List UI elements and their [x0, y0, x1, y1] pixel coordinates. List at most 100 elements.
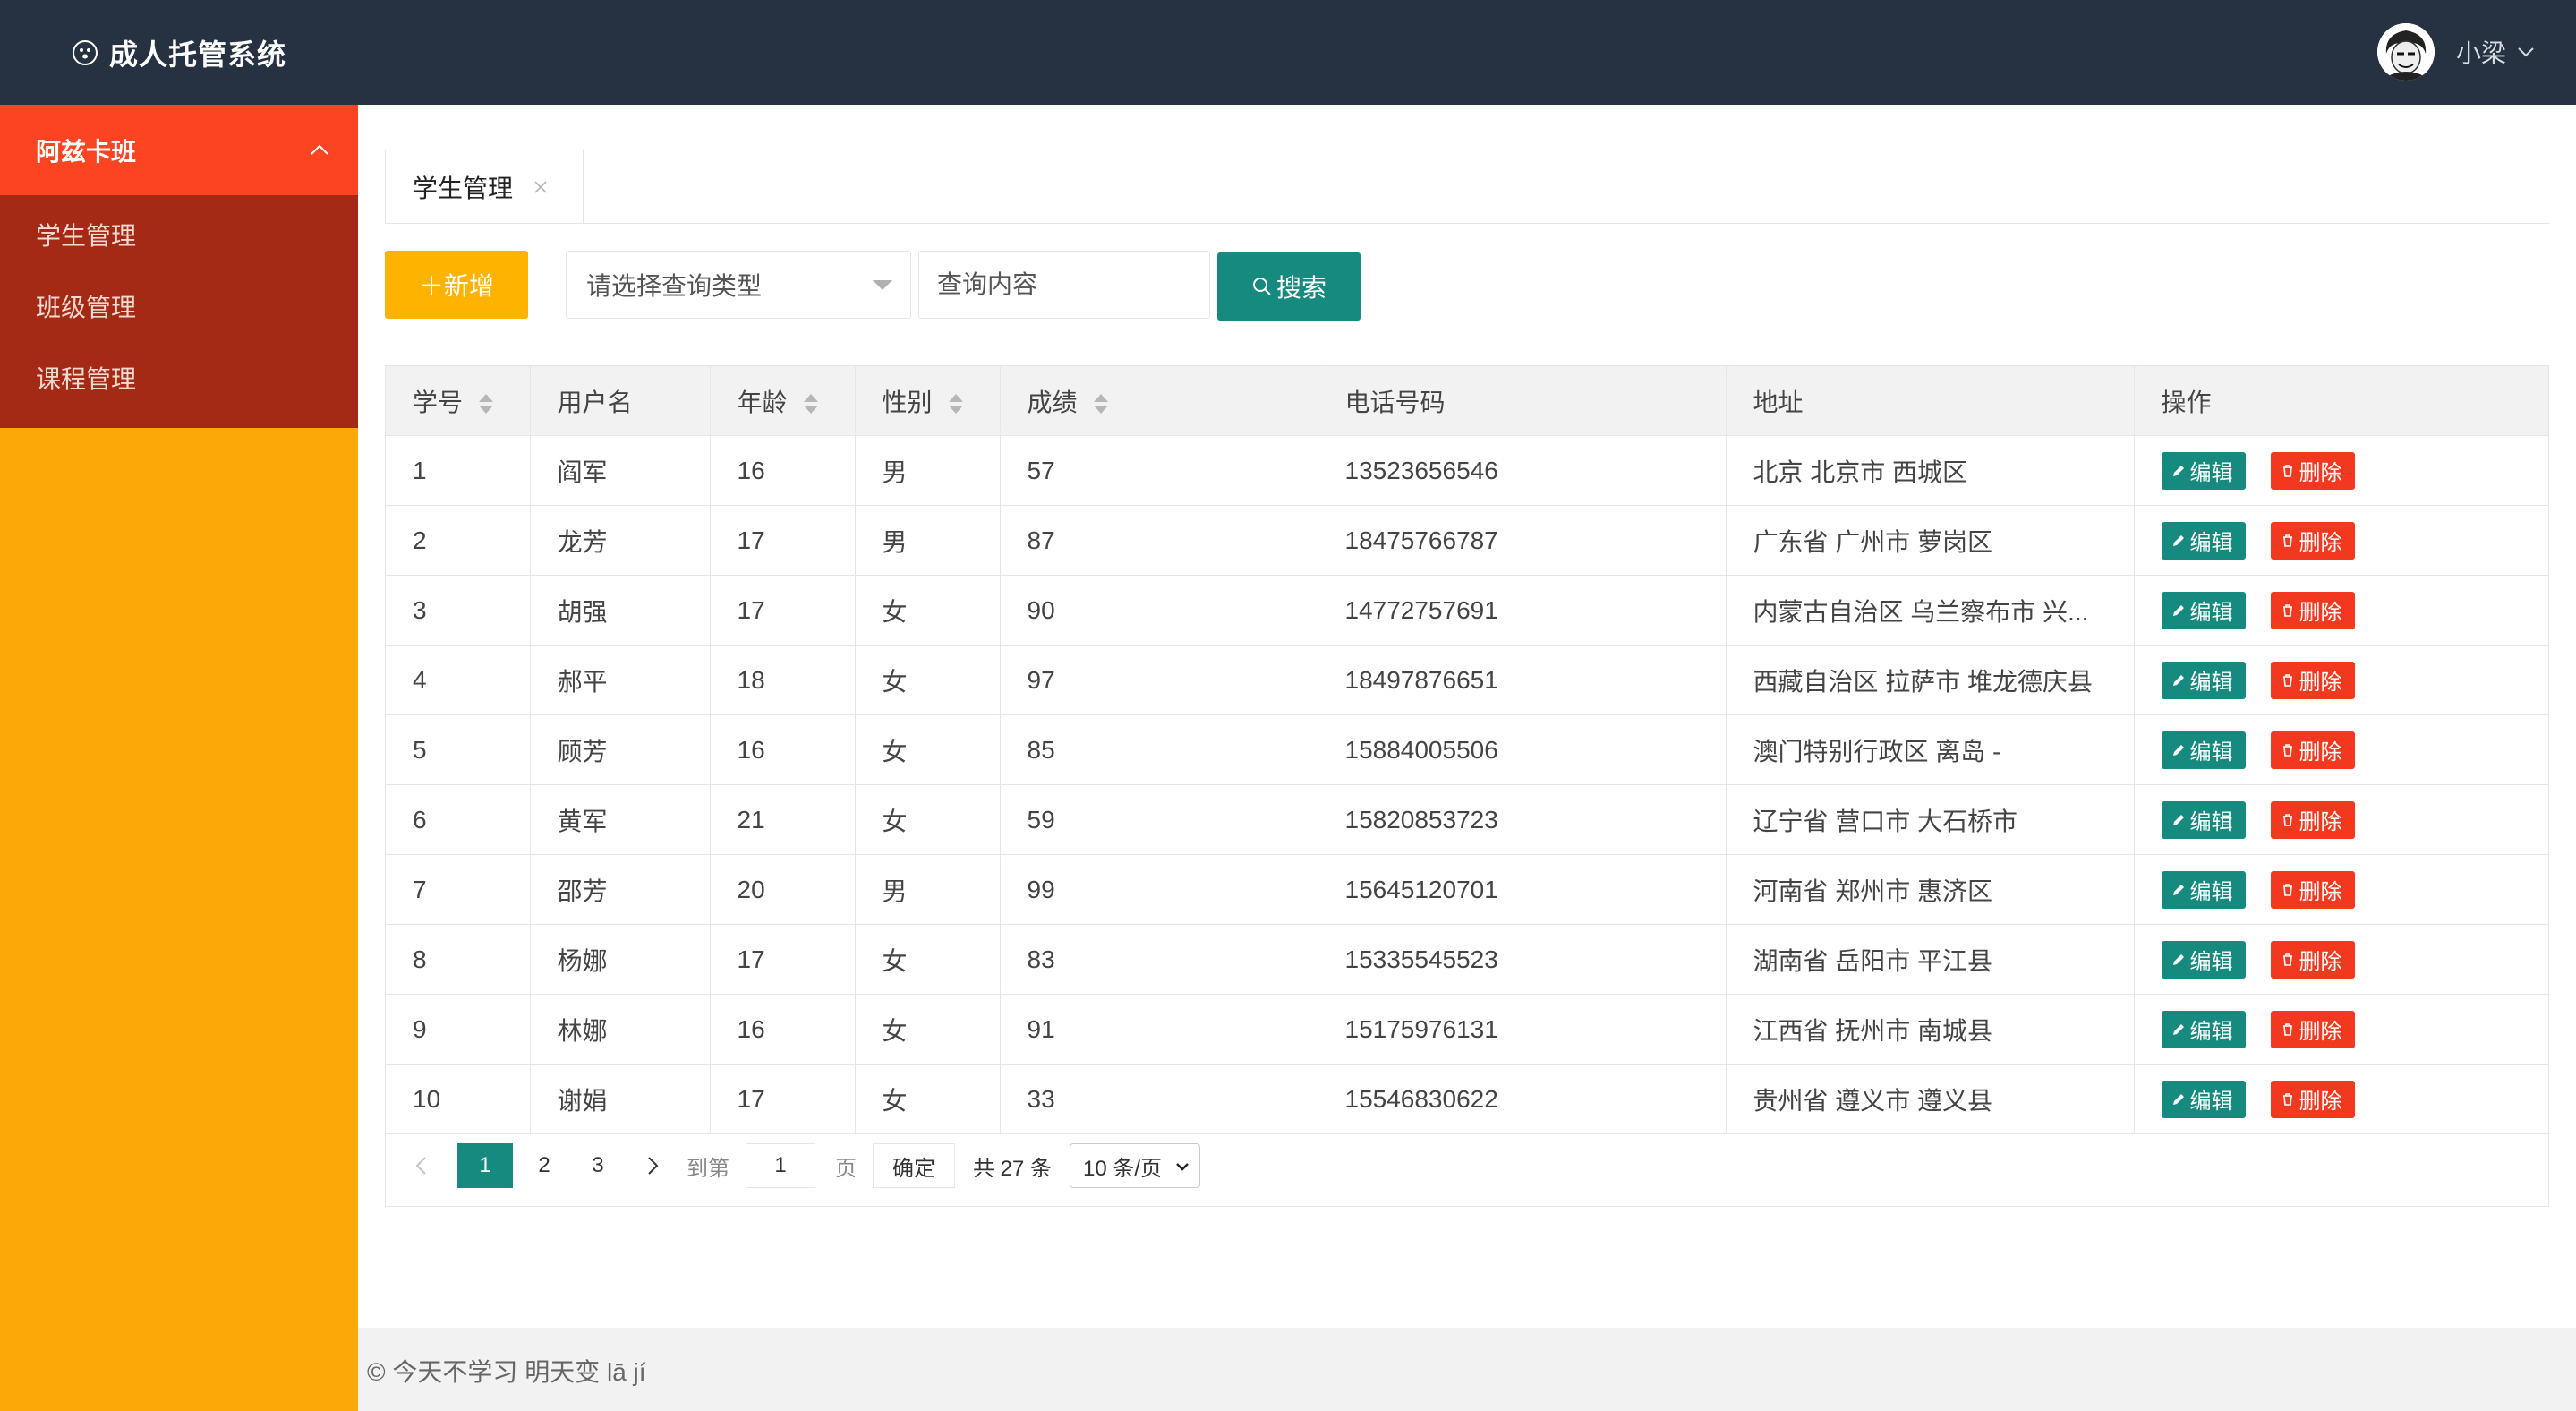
- sidebar-item-courses[interactable]: 课程管理: [0, 344, 358, 415]
- avatar[interactable]: [2376, 23, 2435, 81]
- total-count: 共 27 条: [973, 1156, 1053, 1181]
- col-header-phone: 电话号码: [1318, 366, 1727, 436]
- cell-phone: 15546830622: [1318, 1064, 1727, 1134]
- pencil-icon: [2172, 1023, 2184, 1035]
- edit-button[interactable]: 编辑: [2161, 1080, 2246, 1118]
- app-title: 成人托管系统: [109, 38, 287, 71]
- edit-button[interactable]: 编辑: [2161, 870, 2246, 909]
- col-header-gender[interactable]: 性别: [855, 366, 1001, 436]
- close-icon[interactable]: [533, 179, 549, 195]
- col-header-score[interactable]: 成绩: [1000, 366, 1318, 436]
- cell-address: 北京 北京市 西城区: [1726, 435, 2135, 506]
- page-size-select[interactable]: 10 条/页: [1070, 1143, 1201, 1188]
- sort-icon[interactable]: [948, 392, 963, 415]
- col-header-id[interactable]: 学号: [386, 366, 531, 436]
- student-table: 学号 用户名 年龄 性别 成绩 电话号码 地址 操作 1 阎军 16 男 57 13523…: [385, 365, 2549, 1207]
- app-logo[interactable]: 成人托管系统: [72, 30, 286, 75]
- cell-id: 6: [386, 784, 531, 855]
- edit-button[interactable]: 编辑: [2161, 591, 2246, 629]
- edit-button[interactable]: 编辑: [2161, 451, 2246, 490]
- cell-name: 邵芳: [530, 854, 711, 925]
- col-header-address: 地址: [1726, 366, 2135, 436]
- cell-id: 9: [386, 994, 531, 1065]
- cell-name: 郝平: [530, 645, 711, 715]
- page-1[interactable]: 1: [457, 1143, 513, 1188]
- cell-address: 西藏自治区 拉萨市 堆龙德庆县: [1726, 645, 2135, 715]
- trash-icon: [2282, 1022, 2292, 1036]
- delete-button-label: 删除: [2299, 880, 2342, 904]
- query-type-placeholder: 请选择查询类型: [586, 272, 763, 300]
- cell-actions: 编辑 删除: [2134, 575, 2548, 646]
- edit-button[interactable]: 编辑: [2161, 1010, 2246, 1048]
- cell-phone: 15175976131: [1318, 994, 1727, 1065]
- goto-page-input[interactable]: [746, 1143, 815, 1188]
- edit-button[interactable]: 编辑: [2161, 731, 2246, 769]
- user-menu[interactable]: 小梁: [2376, 23, 2537, 81]
- delete-button[interactable]: 删除: [2270, 661, 2355, 699]
- query-type-select[interactable]: 请选择查询类型: [566, 251, 911, 319]
- cell-actions: 编辑 删除: [2134, 924, 2548, 995]
- col-header-age[interactable]: 年龄: [710, 366, 856, 436]
- edit-button-label: 编辑: [2189, 461, 2233, 485]
- edit-button[interactable]: 编辑: [2161, 940, 2246, 979]
- search-button[interactable]: 搜索: [1217, 252, 1361, 321]
- page-2[interactable]: 2: [522, 1143, 567, 1188]
- chevron-up-icon: [311, 144, 328, 155]
- cell-gender: 女: [855, 575, 1001, 646]
- sort-icon[interactable]: [1093, 392, 1108, 415]
- pencil-icon: [2172, 534, 2184, 546]
- chevron-left-icon[interactable]: [409, 1153, 434, 1178]
- cell-name: 阎军: [530, 435, 711, 506]
- cell-address: 内蒙古自治区 乌兰察布市 兴...: [1726, 575, 2135, 646]
- sidebar-item-students[interactable]: 学生管理: [0, 201, 358, 272]
- top-header: 成人托管系统 小梁: [0, 0, 2576, 105]
- sort-icon[interactable]: [479, 392, 494, 415]
- cell-id: 3: [386, 575, 531, 646]
- cell-phone: 18475766787: [1318, 505, 1727, 576]
- sidebar-item-classes[interactable]: 班级管理: [0, 272, 358, 344]
- trash-icon: [2282, 464, 2292, 477]
- add-button[interactable]: ＋新增: [385, 251, 528, 319]
- trash-icon: [2282, 534, 2292, 547]
- page-3[interactable]: 3: [576, 1143, 620, 1188]
- delete-button[interactable]: 删除: [2270, 451, 2355, 490]
- edit-button[interactable]: 编辑: [2161, 661, 2246, 699]
- pencil-icon: [2172, 604, 2184, 616]
- pencil-icon: [2172, 744, 2184, 756]
- delete-button[interactable]: 删除: [2270, 731, 2355, 769]
- sort-icon[interactable]: [803, 392, 818, 415]
- cell-age: 18: [710, 645, 856, 715]
- delete-button[interactable]: 删除: [2270, 1080, 2355, 1118]
- pencil-icon: [2172, 884, 2184, 895]
- page-unit-label: 页: [835, 1156, 857, 1181]
- delete-button-label: 删除: [2299, 1090, 2342, 1114]
- goto-confirm-button[interactable]: 确定: [873, 1143, 955, 1188]
- delete-button-label: 删除: [2299, 461, 2342, 485]
- edit-button-label: 编辑: [2189, 810, 2233, 834]
- delete-button[interactable]: 删除: [2270, 870, 2355, 909]
- sidebar-group-header[interactable]: 阿兹卡班: [0, 105, 358, 195]
- edit-button[interactable]: 编辑: [2161, 800, 2246, 839]
- edit-button-label: 编辑: [2189, 1020, 2233, 1044]
- chevron-down-icon[interactable]: [2515, 41, 2537, 63]
- delete-button[interactable]: 删除: [2270, 1010, 2355, 1048]
- delete-button[interactable]: 删除: [2270, 521, 2355, 560]
- cell-address: 辽宁省 营口市 大石桥市: [1726, 784, 2135, 855]
- delete-button[interactable]: 删除: [2270, 591, 2355, 629]
- table-row: 10 谢娟 17 女 33 15546830622 贵州省 遵义市 遵义县 编辑 删除: [386, 1064, 2548, 1134]
- cell-gender: 男: [855, 435, 1001, 506]
- tab-student-management[interactable]: 学生管理: [385, 150, 584, 223]
- cell-score: 33: [1000, 1064, 1318, 1134]
- delete-button[interactable]: 删除: [2270, 940, 2355, 979]
- table-row: 1 阎军 16 男 57 13523656546 北京 北京市 西城区 编辑 删除: [386, 435, 2548, 506]
- delete-button[interactable]: 删除: [2270, 800, 2355, 839]
- cell-name: 谢娟: [530, 1064, 711, 1134]
- chevron-right-icon[interactable]: [640, 1153, 665, 1178]
- cell-id: 8: [386, 924, 531, 995]
- query-input[interactable]: [918, 251, 1210, 319]
- cell-gender: 女: [855, 924, 1001, 995]
- table-row: 6 黄军 21 女 59 15820853723 辽宁省 营口市 大石桥市 编辑 删除: [386, 784, 2548, 855]
- cell-address: 广东省 广州市 萝岗区: [1726, 505, 2135, 576]
- user-name[interactable]: 小梁: [2456, 34, 2506, 70]
- edit-button[interactable]: 编辑: [2161, 521, 2246, 560]
